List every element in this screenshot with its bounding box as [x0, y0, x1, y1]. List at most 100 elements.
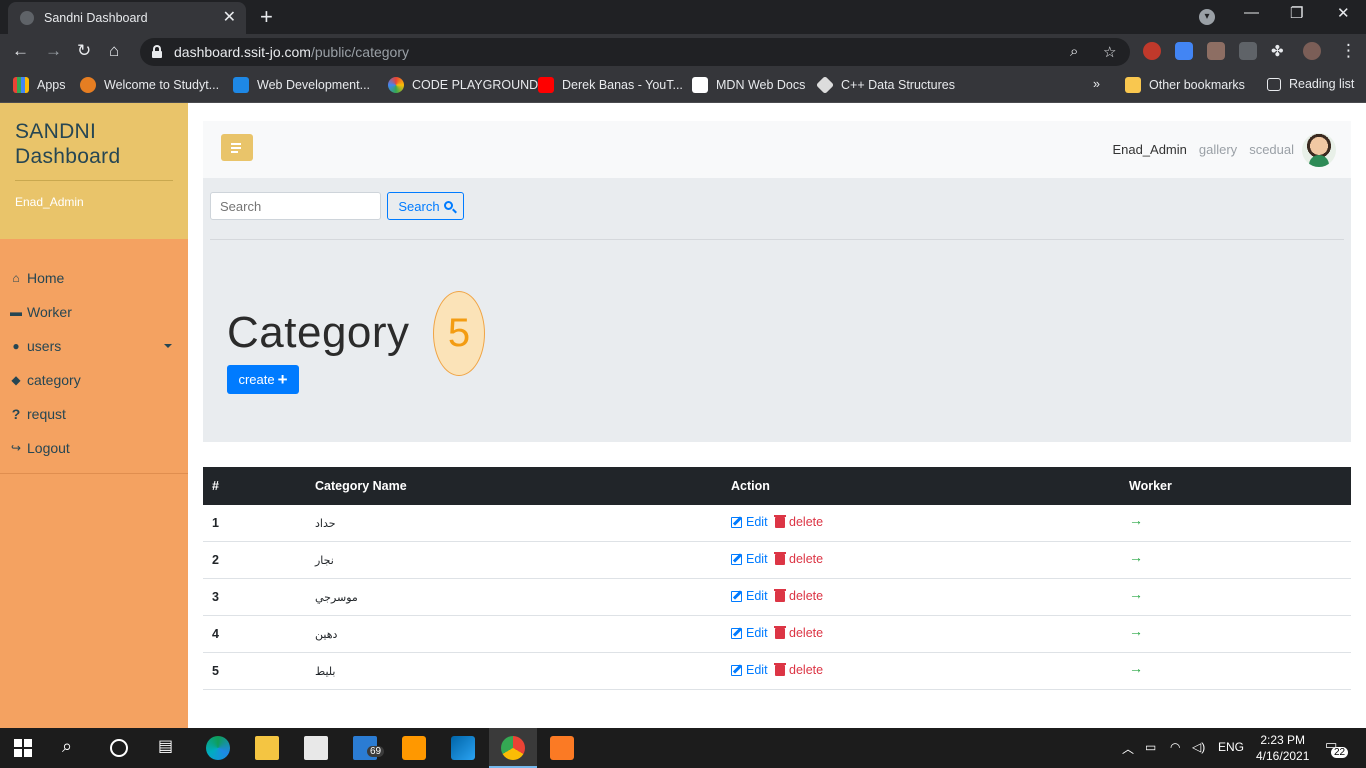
- store-icon[interactable]: [304, 736, 328, 760]
- bookmark-web-development[interactable]: Web Development...: [233, 77, 370, 93]
- search-icon[interactable]: ⌕: [62, 736, 86, 760]
- delete-label: delete: [789, 589, 824, 604]
- clock[interactable]: 2:23 PM 4/16/2021: [1256, 732, 1309, 764]
- wifi-icon[interactable]: ◠: [1170, 740, 1180, 754]
- delete-link[interactable]: delete: [774, 514, 823, 529]
- divider: [15, 180, 173, 181]
- nav-link-gallery[interactable]: gallery: [1199, 142, 1237, 157]
- forward-icon[interactable]: →: [45, 40, 62, 62]
- url-text[interactable]: dashboard.ssit-jo.com/public/category: [174, 44, 409, 60]
- edit-link[interactable]: Edit: [731, 552, 768, 566]
- top-navbar: Enad_Admin gallery scedual: [203, 121, 1351, 178]
- chevron-down-icon[interactable]: ▾: [1199, 9, 1215, 25]
- edit-icon: [731, 627, 742, 639]
- delete-link[interactable]: delete: [774, 551, 823, 566]
- bookmark-mdn[interactable]: MDN Web Docs: [692, 77, 805, 93]
- search-button[interactable]: Search: [387, 192, 464, 220]
- edit-link[interactable]: Edit: [731, 589, 768, 603]
- new-tab-icon[interactable]: +: [260, 5, 273, 29]
- taskbar: ⌕ ▤ 69 ︿ ▭ ◠ ◁) ENG 2:23 PM 4/16/2021 ▭ …: [0, 728, 1366, 768]
- sidebar-item-users[interactable]: ● users: [0, 329, 188, 363]
- language-indicator[interactable]: ENG: [1218, 740, 1244, 754]
- reload-icon[interactable]: ↻: [77, 40, 91, 62]
- vscode-icon[interactable]: [451, 736, 475, 760]
- edge-icon[interactable]: [206, 736, 230, 760]
- bookmark-other[interactable]: Other bookmarks: [1125, 77, 1245, 93]
- xampp-icon[interactable]: [550, 736, 574, 760]
- bookmark-studyt[interactable]: Welcome to Studyt...: [80, 77, 219, 93]
- column-header: #: [212, 479, 219, 493]
- edit-label: Edit: [746, 663, 768, 678]
- delete-link[interactable]: delete: [774, 588, 824, 604]
- volume-icon[interactable]: ◁): [1192, 740, 1205, 754]
- star-icon[interactable]: ☆: [1103, 43, 1116, 61]
- edit-link[interactable]: Edit: [731, 663, 768, 677]
- bookmark-apps[interactable]: Apps: [13, 77, 66, 93]
- divider: [210, 239, 1344, 240]
- nav-link-scedual[interactable]: scedual: [1249, 142, 1294, 157]
- delete-link[interactable]: delete: [774, 625, 823, 640]
- task-view-icon[interactable]: ▤: [158, 736, 182, 760]
- file-explorer-icon[interactable]: [255, 736, 279, 760]
- tray-chevron-icon[interactable]: ︿: [1122, 740, 1134, 757]
- sidebar-item-logout[interactable]: ↪ Logout: [0, 431, 188, 465]
- clock-date: 4/16/2021: [1256, 749, 1310, 763]
- avatar[interactable]: [1302, 132, 1336, 167]
- home-browser-icon[interactable]: ⌂: [109, 40, 119, 62]
- category-table: # Category Name Action Worker 1 حداد Edi…: [203, 467, 1351, 690]
- battery-icon[interactable]: ▭: [1145, 740, 1156, 754]
- extension-icon[interactable]: [1143, 42, 1161, 60]
- sidebar-item-category[interactable]: ◆ category: [0, 363, 188, 397]
- maximize-icon[interactable]: ❐: [1290, 4, 1303, 22]
- brand-title[interactable]: SANDNI Dashboard: [15, 119, 188, 169]
- back-icon[interactable]: ←: [12, 40, 29, 62]
- search-input[interactable]: [210, 192, 381, 220]
- close-window-icon[interactable]: ✕: [1337, 4, 1350, 22]
- sidebar-item-home[interactable]: ⌂ Home: [0, 261, 188, 295]
- category-name: دهين: [315, 628, 338, 641]
- minimize-icon[interactable]: —: [1244, 4, 1259, 21]
- row-actions: Edit delete: [731, 625, 1129, 642]
- sidebar-toggle-button[interactable]: [221, 134, 253, 161]
- sidebar-item-worker[interactable]: ▬ Worker: [0, 295, 188, 329]
- table-header: # Category Name Action Worker: [203, 467, 1351, 505]
- edit-label: Edit: [746, 515, 768, 530]
- address-bar[interactable]: dashboard.ssit-jo.com/public/category ⌕ …: [140, 38, 1130, 66]
- reading-list[interactable]: Reading list: [1267, 77, 1354, 91]
- browser-tab[interactable]: Sandni Dashboard ✕: [8, 2, 246, 34]
- create-button[interactable]: create +: [227, 365, 299, 394]
- category-count-badge: 5: [433, 291, 485, 376]
- more-menu-icon[interactable]: ⋮: [1340, 40, 1357, 62]
- edit-link[interactable]: Edit: [731, 515, 768, 529]
- sublime-text-icon[interactable]: [402, 736, 426, 760]
- arrow-right-icon[interactable]: →: [1129, 660, 1143, 676]
- bookmark-derek-banas[interactable]: Derek Banas - YouT...: [538, 77, 683, 93]
- profile-avatar-icon[interactable]: [1303, 42, 1321, 60]
- caret-down-icon[interactable]: [164, 344, 172, 348]
- question-icon: ?: [11, 406, 21, 422]
- row-id: 5: [212, 664, 219, 678]
- column-header: Category Name: [315, 479, 407, 493]
- sidebar-item-requst[interactable]: ? requst: [0, 397, 188, 431]
- edit-icon: [731, 590, 742, 602]
- arrow-right-icon[interactable]: →: [1129, 549, 1143, 565]
- cortana-icon[interactable]: [110, 739, 128, 757]
- close-tab-icon[interactable]: ✕: [223, 10, 236, 26]
- nav-link-admin[interactable]: Enad_Admin: [1112, 142, 1186, 157]
- windows-start-icon[interactable]: [14, 739, 32, 757]
- delete-link[interactable]: delete: [774, 662, 823, 677]
- bookmarks-overflow[interactable]: »: [1093, 77, 1100, 91]
- zoom-icon[interactable]: ⌕: [1070, 43, 1078, 60]
- bookmark-code-playground[interactable]: CODE PLAYGROUND: [388, 77, 538, 93]
- extension-icon[interactable]: [1207, 42, 1225, 60]
- chrome-icon[interactable]: [501, 736, 525, 760]
- extension-icon[interactable]: [1239, 42, 1257, 60]
- arrow-right-icon[interactable]: →: [1129, 623, 1143, 639]
- arrow-right-icon[interactable]: →: [1129, 512, 1143, 528]
- arrow-right-icon[interactable]: →: [1129, 586, 1143, 602]
- edit-link[interactable]: Edit: [731, 626, 768, 640]
- studyt-icon: [80, 77, 96, 93]
- bookmark-cpp[interactable]: C++ Data Structures: [815, 75, 955, 95]
- puzzle-icon[interactable]: ✤: [1271, 42, 1289, 60]
- translate-icon[interactable]: [1175, 42, 1193, 60]
